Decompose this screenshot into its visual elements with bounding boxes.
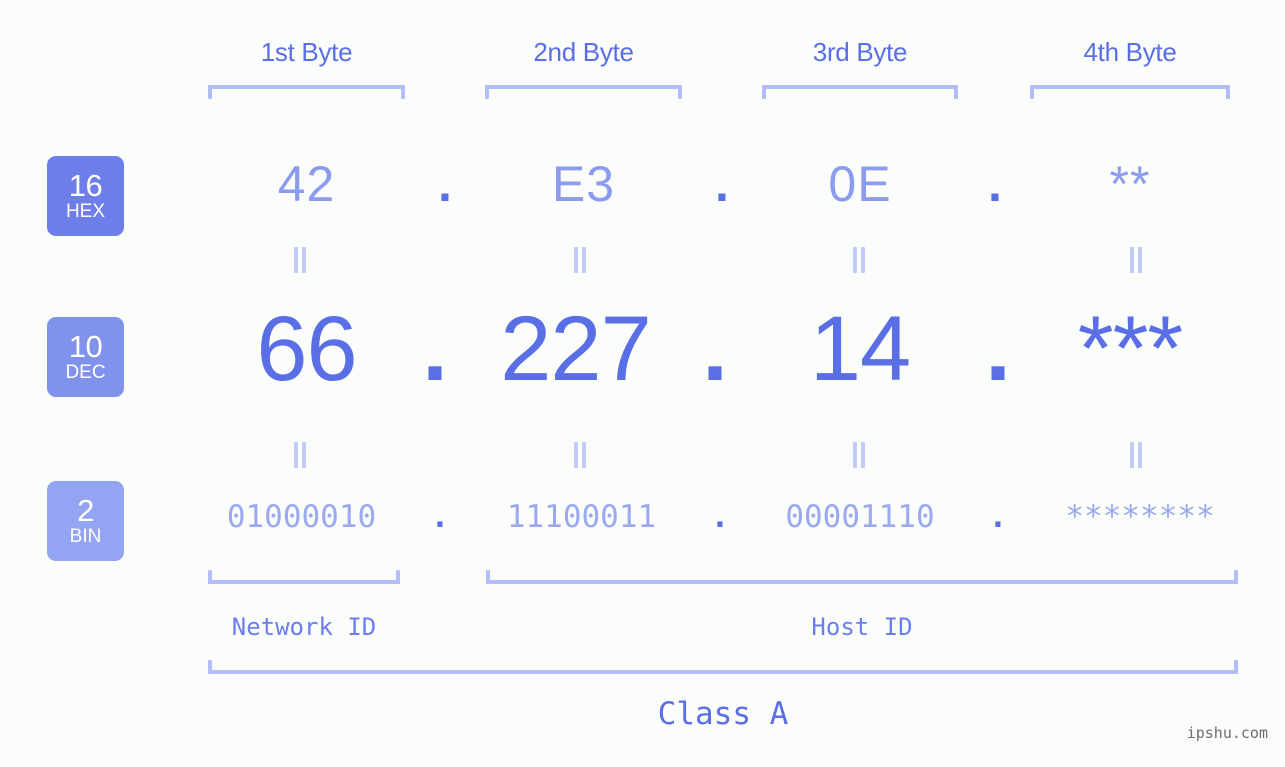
bracket-bar bbox=[208, 580, 400, 584]
watermark: ipshu.com bbox=[1186, 724, 1268, 742]
equality-glyph-dec-bin-2 bbox=[570, 442, 590, 468]
equality-glyph-hex-dec-1 bbox=[290, 247, 310, 273]
base-badge-dec-number: 10 bbox=[68, 328, 103, 364]
byte-bracket-2 bbox=[485, 85, 682, 101]
byte-header-4: 4th Byte bbox=[1083, 37, 1177, 67]
bin-separator-3: . bbox=[988, 499, 1008, 535]
host-id-label: Host ID bbox=[811, 613, 913, 641]
dec-byte-1: 66 bbox=[256, 298, 357, 400]
equality-glyph-dec-bin-1 bbox=[290, 442, 310, 468]
base-badge-hex-number: 16 bbox=[68, 167, 103, 203]
bin-byte-4: ******** bbox=[1065, 499, 1215, 535]
dec-byte-4: *** bbox=[1077, 298, 1183, 400]
bracket-tick-right bbox=[954, 85, 958, 99]
dec-separator-2: . bbox=[702, 298, 728, 400]
base-badge-dec-name: DEC bbox=[65, 361, 106, 383]
network-id-bracket bbox=[208, 568, 400, 584]
byte-header-2: 2nd Byte bbox=[533, 37, 634, 67]
host-id-bracket bbox=[486, 568, 1238, 584]
base-badge-hex: 16 HEX bbox=[47, 156, 124, 236]
dec-byte-2: 227 bbox=[500, 298, 652, 400]
byte-header-1: 1st Byte bbox=[260, 37, 353, 67]
bracket-tick-right bbox=[1226, 85, 1230, 99]
base-badge-bin: 2 BIN bbox=[47, 481, 124, 561]
bracket-tick-right bbox=[401, 85, 405, 99]
bracket-bar bbox=[208, 85, 405, 89]
bracket-tick-left bbox=[208, 85, 212, 99]
byte-bracket-1 bbox=[208, 85, 405, 101]
bin-byte-1: 01000010 bbox=[226, 499, 377, 535]
hex-byte-1: 42 bbox=[277, 156, 336, 212]
dec-separator-1: . bbox=[422, 298, 448, 400]
bracket-tick-left bbox=[486, 570, 490, 584]
hex-byte-2: E3 bbox=[551, 156, 616, 212]
class-bracket bbox=[208, 658, 1238, 674]
bin-byte-3: 00001110 bbox=[785, 499, 935, 535]
hex-separator-2: . bbox=[715, 156, 729, 212]
bracket-tick-left bbox=[208, 570, 212, 584]
dec-byte-3: 14 bbox=[809, 298, 911, 400]
equality-glyph-hex-dec-3 bbox=[849, 247, 869, 273]
bin-separator-1: . bbox=[430, 499, 450, 535]
bracket-tick-left bbox=[762, 85, 766, 99]
network-id-label: Network ID bbox=[231, 613, 377, 641]
byte-header-3: 3rd Byte bbox=[812, 37, 908, 67]
bracket-tick-left bbox=[485, 85, 489, 99]
equality-glyph-dec-bin-4 bbox=[1126, 442, 1146, 468]
equality-glyph-hex-dec-2 bbox=[570, 247, 590, 273]
base-badge-bin-number: 2 bbox=[77, 492, 94, 528]
class-label: Class A bbox=[657, 696, 789, 732]
dec-separator-3: . bbox=[985, 298, 1011, 400]
hex-separator-1: . bbox=[438, 156, 452, 212]
bin-separator-2: . bbox=[710, 499, 730, 535]
bracket-tick-right bbox=[1234, 660, 1238, 674]
hex-separator-3: . bbox=[988, 156, 1002, 212]
hex-byte-3: 0E bbox=[828, 156, 892, 212]
bracket-tick-right bbox=[396, 570, 400, 584]
bracket-tick-right bbox=[1234, 570, 1238, 584]
byte-bracket-3 bbox=[762, 85, 958, 101]
bracket-bar bbox=[485, 85, 682, 89]
bracket-tick-left bbox=[1030, 85, 1034, 99]
equality-glyph-hex-dec-4 bbox=[1126, 247, 1146, 273]
base-badge-bin-name: BIN bbox=[69, 525, 102, 547]
bracket-bar bbox=[762, 85, 958, 89]
hex-byte-4: ** bbox=[1109, 156, 1151, 212]
ip-breakdown-diagram: 1st Byte 2nd Byte 3rd Byte 4th Byte 16 H… bbox=[0, 0, 1285, 767]
bracket-bar bbox=[1030, 85, 1230, 89]
bin-byte-2: 11100011 bbox=[506, 499, 657, 535]
base-badge-dec: 10 DEC bbox=[47, 317, 124, 397]
bracket-tick-left bbox=[208, 660, 212, 674]
byte-bracket-4 bbox=[1030, 85, 1230, 101]
equality-glyph-dec-bin-3 bbox=[849, 442, 869, 468]
bracket-bar bbox=[208, 670, 1238, 674]
bracket-tick-right bbox=[678, 85, 682, 99]
bracket-bar bbox=[486, 580, 1238, 584]
base-badge-hex-name: HEX bbox=[65, 200, 106, 222]
